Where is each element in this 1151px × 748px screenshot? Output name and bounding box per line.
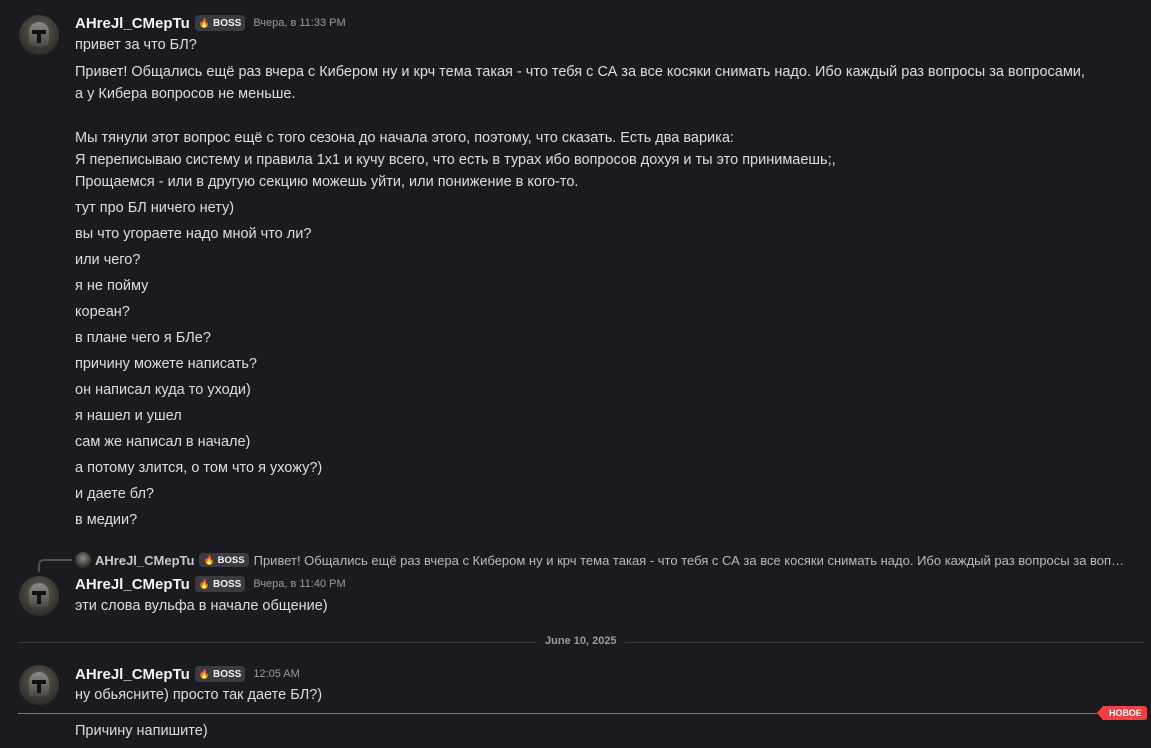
reply-text: Привет! Общались ещё раз вчера с Кибером… — [253, 552, 1125, 568]
role-tag-label: BOSS — [212, 17, 242, 29]
username[interactable]: AHreJl_CMepTu — [75, 666, 190, 683]
role-tag-label: BOSS — [212, 578, 242, 590]
fire-icon: 🔥 — [203, 554, 215, 565]
timestamp[interactable]: Вчера, в 11:40 PM — [253, 578, 345, 590]
message-text: Мы тянули этот вопрос ещё с того сезона … — [75, 130, 734, 146]
reply-spine — [38, 559, 72, 572]
fire-icon: 🔥 — [198, 17, 210, 28]
message-text: или чего? — [75, 252, 141, 268]
message-text: Привет! Общались ещё раз вчера с Кибером… — [75, 64, 1085, 80]
message-text: тут про БЛ ничего нету) — [75, 200, 235, 216]
message-text: причину можете написать? — [75, 356, 257, 372]
message-text: он написал куда то уходи) — [75, 382, 251, 398]
message-header: AHreJl_CMepTu 🔥 BOSS Вчера, в 11:33 PM — [75, 13, 346, 33]
message-text: а у Кибера вопросов не меньше. — [75, 86, 296, 102]
message-text: вы что угораете надо мной что ли? — [75, 226, 312, 242]
message-text: Я переписываю систему и правила 1х1 и ку… — [75, 152, 836, 168]
new-messages-badge: НОВОЕ — [1097, 706, 1147, 720]
message-text: Причину напишите) — [75, 723, 208, 739]
reply-username[interactable]: AHreJl_CMepTu — [95, 553, 194, 568]
new-messages-line — [18, 713, 1108, 714]
message-text: а потому злится, о том что я ухожу?) — [75, 460, 323, 476]
user-avatar[interactable] — [19, 576, 59, 616]
message-text: и даете бл? — [75, 486, 154, 502]
reply-preview[interactable]: AHreJl_CMepTu 🔥 BOSS Привет! Общались ещ… — [75, 551, 1124, 569]
reply-avatar — [75, 552, 91, 568]
message-text: привет за что БЛ? — [75, 37, 197, 53]
fire-icon: 🔥 — [198, 578, 210, 589]
message-header: AHreJl_CMepTu 🔥 BOSS Вчера, в 11:40 PM — [75, 574, 346, 594]
user-avatar[interactable] — [19, 15, 59, 55]
username[interactable]: AHreJl_CMepTu — [75, 576, 190, 593]
role-tag[interactable]: 🔥 BOSS — [194, 15, 246, 31]
timestamp[interactable]: Вчера, в 11:33 PM — [253, 17, 345, 29]
message-text: Прощаемся - или в другую секцию можешь у… — [75, 174, 579, 190]
timestamp[interactable]: 12:05 AM — [253, 668, 299, 680]
date-divider-label: June 10, 2025 — [537, 635, 625, 647]
message-text: сам же написал в начале) — [75, 434, 251, 450]
fire-icon: 🔥 — [198, 668, 210, 679]
reply-role-tag: 🔥 BOSS — [199, 553, 249, 567]
message-text: я нашел и ушел — [75, 408, 182, 424]
message-text: эти слова вульфа в начале общение) — [75, 598, 328, 614]
username[interactable]: AHreJl_CMepTu — [75, 15, 190, 32]
user-avatar[interactable] — [19, 665, 59, 705]
reply-role-tag-label: BOSS — [217, 554, 245, 566]
role-tag-label: BOSS — [212, 668, 242, 680]
message-text: в плане чего я БЛе? — [75, 330, 211, 346]
role-tag[interactable]: 🔥 BOSS — [194, 666, 246, 682]
message-text: кореан? — [75, 304, 130, 320]
message-text: в медии? — [75, 512, 138, 528]
message-header: AHreJl_CMepTu 🔥 BOSS 12:05 AM — [75, 664, 300, 684]
message-text: я не пойму — [75, 278, 149, 294]
role-tag[interactable]: 🔥 BOSS — [194, 576, 246, 592]
message-text: ну обьясните) просто так даете БЛ?) — [75, 687, 323, 703]
